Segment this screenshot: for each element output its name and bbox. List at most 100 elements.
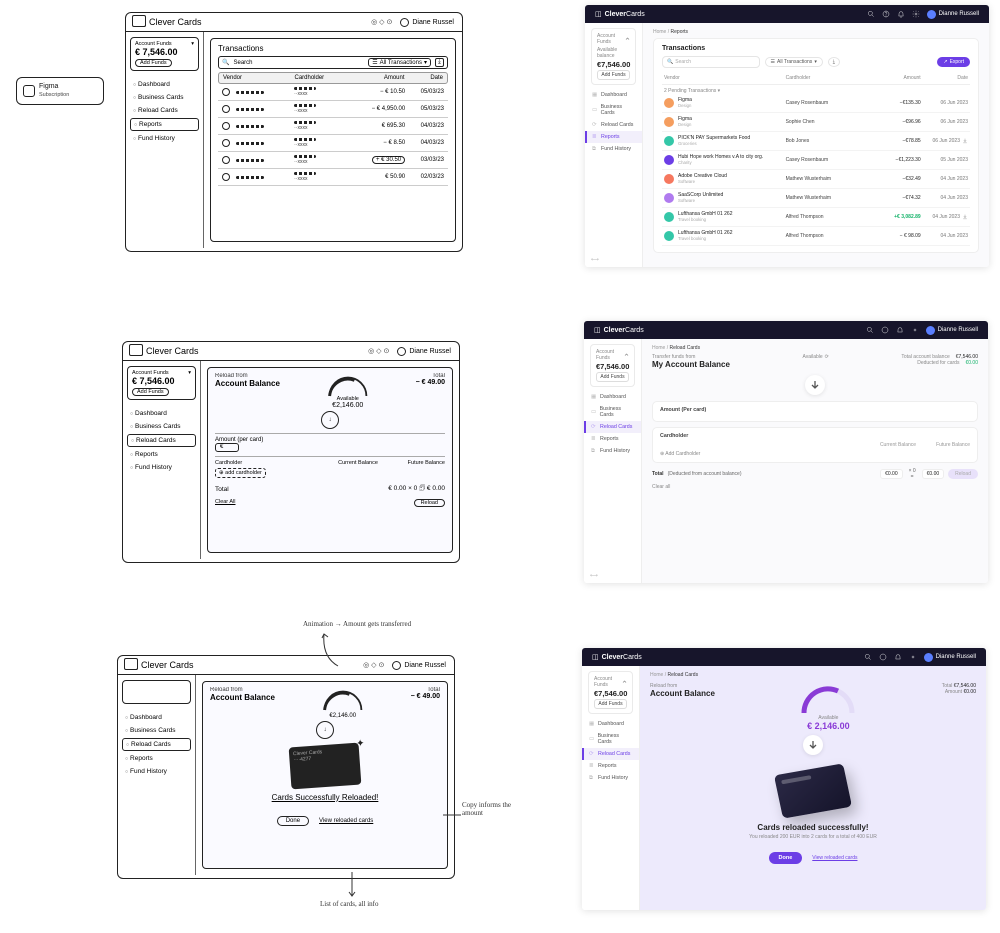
add-funds-button[interactable]: Add Funds — [596, 372, 629, 382]
sidebar-item-reload[interactable]: ⟳Reload Cards — [585, 119, 642, 131]
table-row[interactable]: ··xxxx + € 30.50 03/03/23 — [218, 152, 448, 169]
help-icon[interactable] — [882, 10, 890, 18]
done-button[interactable]: Done — [769, 852, 803, 864]
add-funds-button[interactable]: Add Funds — [597, 70, 630, 80]
user-chip[interactable]: Dianne Russell — [926, 326, 978, 335]
table-row[interactable]: ··xxxx € 50.90 02/03/23 — [218, 169, 448, 186]
user-chip[interactable]: Dianne Russell — [927, 10, 979, 19]
user-chip[interactable]: Diane Russel — [392, 661, 446, 670]
sidebar-item-dashboard[interactable]: ▦Dashboard — [585, 89, 642, 101]
add-funds-button[interactable]: Add Funds — [594, 699, 627, 709]
view-cards-link[interactable]: View reloaded cards — [812, 855, 857, 861]
sidebar-item-business[interactable]: ▭Business Cards — [582, 730, 639, 748]
logo[interactable]: ◫ CleverCards — [595, 10, 645, 18]
table-row[interactable]: FigmaDesign Casey Rosenbaum −€135.30 06 … — [662, 94, 970, 113]
table-row[interactable]: Lufthansa GmbH 01 262Travel booking Alfr… — [662, 208, 970, 227]
download-button[interactable]: ⤓ — [828, 57, 840, 67]
search-icon[interactable] — [867, 10, 875, 18]
download-icon[interactable] — [962, 138, 968, 144]
search-input[interactable]: 🔍 Search — [662, 56, 760, 68]
sidebar-item-history[interactable]: ⧉Fund History — [584, 445, 641, 457]
done-button[interactable]: Done — [277, 816, 309, 826]
mock-reload: ◫ CleverCards Dianne Russell Account Fun… — [584, 321, 988, 583]
logo[interactable]: ◫ CleverCards — [594, 326, 644, 334]
sidebar-item-business[interactable]: ▭Business Cards — [585, 101, 642, 119]
search-bar[interactable]: 🔍Search ☰ All Transactions ▾ ⤓ — [218, 56, 448, 69]
table-row[interactable]: Adobe Creative CloudSoftware Mathew Wust… — [662, 170, 970, 189]
clear-all-link[interactable]: Clear all — [652, 484, 978, 490]
reload-button[interactable]: Reload — [948, 469, 978, 479]
sidebar-item-dashboard[interactable]: Dashboard — [122, 712, 191, 723]
logo[interactable]: ◫ CleverCards — [592, 653, 642, 661]
sidebar-item-reload[interactable]: ⟳Reload Cards — [582, 748, 639, 760]
table-row[interactable]: Lufthansa GmbH 01 262Travel booking Alfr… — [662, 227, 970, 246]
help-icon[interactable] — [879, 653, 887, 661]
bell-icon[interactable] — [897, 10, 905, 18]
export-button[interactable]: ↗ Export — [937, 57, 970, 67]
search-icon[interactable] — [866, 326, 874, 334]
sidebar-item-history[interactable]: ⧉Fund History — [582, 772, 639, 784]
sidebar-item-reports[interactable]: Reports — [122, 753, 191, 764]
sidebar-item-history[interactable]: Fund History — [122, 766, 191, 777]
filter-dropdown[interactable]: ☰ All Transactions ▾ — [765, 57, 823, 67]
sidebar-item-reload[interactable]: Reload Cards — [130, 105, 199, 116]
sidebar-item-history[interactable]: Fund History — [130, 133, 199, 144]
sidebar-item-business[interactable]: ▭Business Cards — [584, 403, 641, 421]
gear-icon[interactable] — [909, 653, 917, 661]
sidebar-item-dashboard[interactable]: Dashboard — [130, 79, 199, 90]
sidebar-item-reload[interactable]: Reload Cards — [127, 434, 196, 447]
user-chip[interactable]: Dianne Russell — [924, 653, 976, 662]
table-row[interactable]: ··xxxx € 695.30 04/03/23 — [218, 118, 448, 135]
download-icon[interactable] — [962, 214, 968, 220]
table-row[interactable]: SaaSCorp UnlimitedSoftware Mathew Wuster… — [662, 189, 970, 208]
add-funds-button[interactable]: Add Funds — [135, 59, 172, 67]
table-row[interactable]: Hubi Hope work Homes v.A to city org.Cha… — [662, 151, 970, 170]
bell-icon[interactable] — [896, 326, 904, 334]
chevron-up-icon[interactable] — [625, 36, 630, 42]
table-row[interactable]: FigmaDesign Sophie Chen −€96.96 06 Jun 2… — [662, 113, 970, 132]
sidebar-item-history[interactable]: ⧉Fund History — [585, 143, 642, 155]
add-cardholder-button[interactable]: ⊕ add cardholder — [215, 468, 266, 478]
sidebar-item-business[interactable]: Business Cards — [127, 421, 196, 432]
add-funds-button[interactable]: Add Funds — [132, 388, 169, 396]
user-chip[interactable]: Diane Russel — [400, 18, 454, 27]
table-row[interactable]: ··xxxx − € 4,950.00 05/03/23 — [218, 101, 448, 118]
chevron-icon[interactable]: ▾ — [191, 41, 194, 47]
table-row[interactable]: ··xxxx − € 10.50 05/03/23 — [218, 84, 448, 101]
sidebar-item-reports[interactable]: ≣Reports — [585, 131, 642, 143]
collapse-icon[interactable]: ⟷ — [591, 257, 599, 263]
sidebar-item-reports[interactable]: Reports — [130, 118, 199, 131]
sidebar-item-business[interactable]: Business Cards — [130, 92, 199, 103]
user-chip[interactable]: Diane Russel — [397, 347, 451, 356]
sidebar-item-reports[interactable]: ≣Reports — [582, 760, 639, 772]
collapse-icon[interactable]: ⟷ — [590, 573, 598, 579]
sidebar-item-dashboard[interactable]: ▦Dashboard — [584, 391, 641, 403]
table-row[interactable]: ··xxxx − € 8.50 04/03/23 — [218, 135, 448, 152]
search-icon[interactable] — [864, 653, 872, 661]
sidebar-item-reload[interactable]: Reload Cards — [122, 738, 191, 751]
amount-input[interactable]: € — [215, 443, 239, 452]
sidebar-item-reports[interactable]: ≣Reports — [584, 433, 641, 445]
sidebar-item-reports[interactable]: Reports — [127, 449, 196, 460]
gear-icon[interactable] — [911, 326, 919, 334]
add-cardholder-button[interactable]: ⊕ Add Cardholder — [660, 451, 970, 457]
avatar-icon — [400, 18, 409, 27]
amount-field[interactable]: Amount (Per card) — [652, 401, 978, 422]
gear-icon[interactable] — [912, 10, 920, 18]
sidebar-item-history[interactable]: Fund History — [127, 462, 196, 473]
view-cards-link[interactable]: View reloaded cards — [319, 818, 373, 824]
help-icon[interactable] — [881, 326, 889, 334]
filter-dropdown[interactable]: ☰ All Transactions ▾ — [368, 58, 431, 67]
sidebar-item-business[interactable]: Business Cards — [122, 725, 191, 736]
reload-button[interactable]: Reload — [414, 499, 445, 507]
success-sub: You reloaded 200 EUR into 2 cards for a … — [749, 834, 877, 840]
sidebar-item-dashboard[interactable]: ▦Dashboard — [582, 718, 639, 730]
download-button[interactable]: ⤓ — [435, 58, 444, 67]
bell-icon[interactable] — [894, 653, 902, 661]
sidebar-item-reload[interactable]: ⟳Reload Cards — [584, 421, 641, 433]
pending-label[interactable]: 2 Pending Transactions ▾ — [662, 85, 970, 94]
down-arrow-icon — [803, 735, 823, 755]
sidebar-item-dashboard[interactable]: Dashboard — [127, 408, 196, 419]
table-row[interactable]: PICK'N PAY Supermarkets FoodGroceries Bo… — [662, 132, 970, 151]
clear-all-link[interactable]: Clear All — [215, 499, 235, 507]
